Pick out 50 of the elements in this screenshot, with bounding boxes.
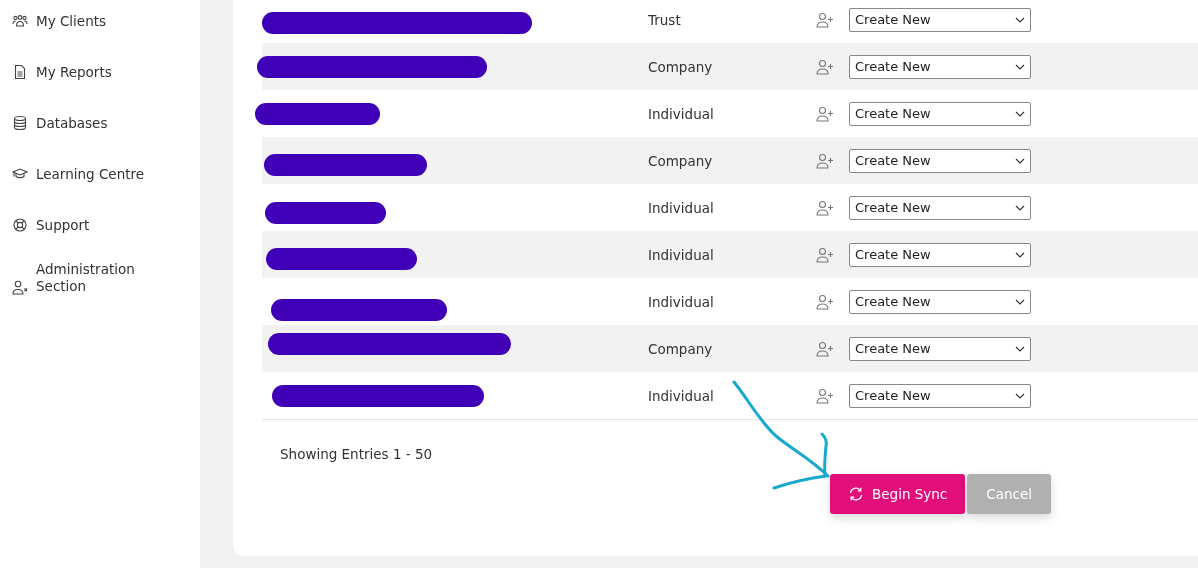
add-user-icon[interactable] — [816, 199, 834, 216]
sidebar-item[interactable]: My Clients — [0, 12, 200, 30]
lifebuoy-icon — [12, 217, 28, 233]
caret-icon — [1015, 392, 1025, 399]
action-dropdown[interactable]: Create New — [849, 195, 1031, 220]
sidebar-item[interactable]: Learning Centre — [0, 165, 200, 183]
table-cell-text: Individual — [648, 199, 715, 216]
document-icon — [12, 64, 28, 80]
caret-icon — [1015, 16, 1025, 23]
add-user-icon[interactable] — [816, 152, 834, 169]
table-cell-text: Individual — [648, 105, 715, 122]
caret-icon — [1015, 157, 1025, 164]
table-cell-text: Trust — [648, 11, 682, 28]
action-dropdown[interactable]: Create New — [849, 242, 1031, 267]
table-cell-text: Individual — [648, 246, 715, 263]
sidebar-item[interactable]: Administration Section — [0, 261, 200, 295]
action-dropdown[interactable]: Create New — [849, 148, 1031, 173]
action-dropdown[interactable]: Create New — [849, 7, 1031, 32]
caret-icon — [1015, 204, 1025, 211]
entries-count: Showing Entries 1 - 50 — [280, 446, 433, 462]
caret-icon — [1015, 345, 1025, 352]
sidebar-item[interactable]: Databases — [0, 114, 200, 132]
table-cell-text: Company — [648, 340, 714, 357]
action-dropdown[interactable]: Create New — [849, 383, 1031, 408]
add-user-icon[interactable] — [816, 293, 834, 310]
sidebar-item[interactable]: Support — [0, 216, 200, 234]
action-dropdown[interactable]: Create New — [849, 54, 1031, 79]
caret-icon — [1015, 110, 1025, 117]
caret-icon — [1015, 251, 1025, 258]
people-icon — [12, 13, 28, 29]
sidebar-item[interactable]: My Reports — [0, 63, 200, 81]
table-cell-text: Individual — [648, 293, 715, 310]
caret-icon — [1015, 298, 1025, 305]
action-dropdown[interactable]: Create New — [849, 289, 1031, 314]
admin-icon — [12, 279, 28, 295]
table-cell-text: Company — [648, 152, 714, 169]
add-user-icon[interactable] — [816, 340, 834, 357]
table-cell-text: Company — [648, 58, 714, 75]
add-user-icon[interactable] — [816, 246, 834, 263]
sync-icon — [848, 486, 864, 502]
action-dropdown[interactable]: Create New — [849, 101, 1031, 126]
table-cell-text: Individual — [648, 387, 715, 404]
caret-icon — [1015, 63, 1025, 70]
database-icon — [12, 115, 28, 131]
add-user-icon[interactable] — [816, 105, 834, 122]
add-user-icon[interactable] — [816, 387, 834, 404]
action-dropdown[interactable]: Create New — [849, 336, 1031, 361]
begin-sync-button[interactable]: Begin Sync — [830, 474, 966, 514]
add-user-icon[interactable] — [816, 11, 834, 28]
add-user-icon[interactable] — [816, 58, 834, 75]
